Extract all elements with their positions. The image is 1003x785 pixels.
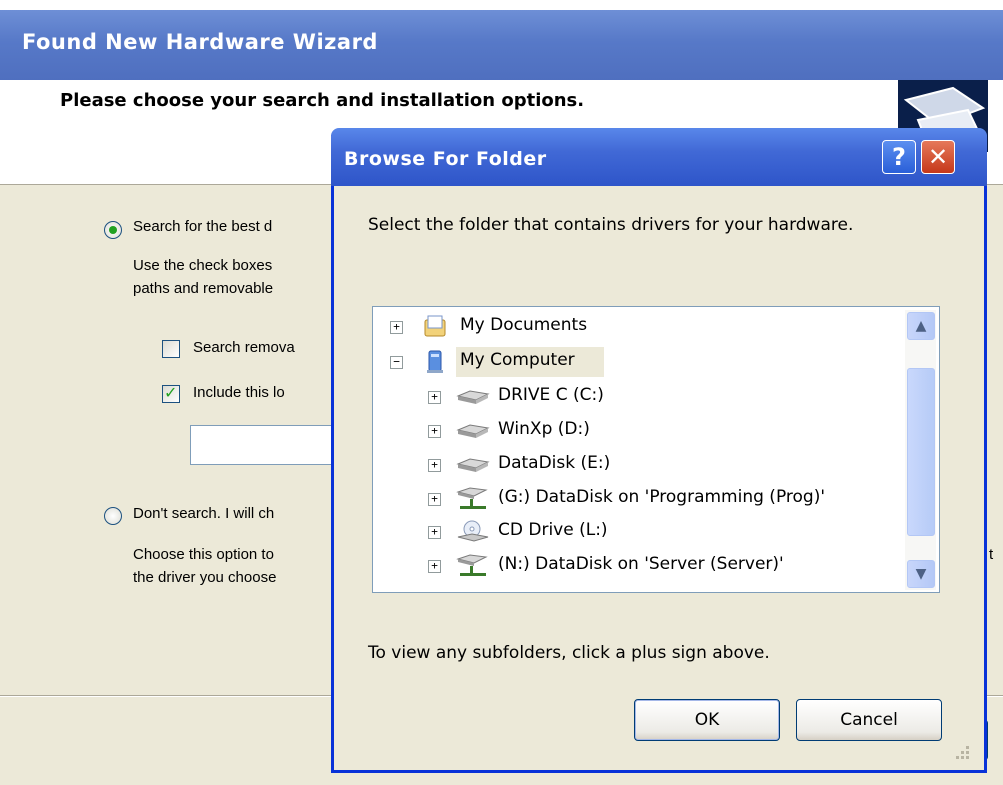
tree-item-label: My Documents bbox=[460, 315, 588, 335]
my-computer-icon bbox=[427, 350, 443, 373]
wizard-title: Found New Hardware Wizard bbox=[22, 30, 378, 54]
dont-search-desc-line-1: Choose this option to bbox=[133, 546, 274, 563]
tree-vertical-scrollbar[interactable]: ▲ ▼ bbox=[905, 310, 936, 590]
browse-title: Browse For Folder bbox=[344, 148, 547, 170]
tree-item-cd-drive-l[interactable]: + CD Drive (L:) bbox=[428, 517, 898, 547]
dont-search-label[interactable]: Don't search. I will ch bbox=[133, 505, 274, 522]
expand-icon[interactable]: + bbox=[428, 526, 441, 539]
browse-hint: To view any subfolders, click a plus sig… bbox=[368, 643, 770, 663]
include-location-checkbox[interactable] bbox=[162, 383, 180, 403]
tree-item-winxp-d[interactable]: + WinXp (D:) bbox=[428, 416, 898, 446]
search-desc-line-1: Use the check boxes bbox=[133, 257, 273, 274]
browse-title-bar[interactable]: Browse For Folder ? ✕ bbox=[331, 128, 987, 186]
tree-item-datadisk-e[interactable]: + DataDisk (E:) bbox=[428, 450, 898, 480]
hard-drive-icon bbox=[456, 458, 490, 472]
search-best-driver-radio[interactable] bbox=[104, 221, 122, 239]
tree-item-label: My Computer bbox=[460, 350, 575, 370]
collapse-icon[interactable]: − bbox=[390, 356, 403, 369]
browse-description: Select the folder that contains drivers … bbox=[368, 215, 854, 235]
help-button[interactable]: ? bbox=[882, 140, 916, 174]
hard-drive-icon bbox=[456, 390, 490, 404]
dont-search-desc-edge: t bbox=[989, 546, 994, 563]
scroll-up-arrow-icon[interactable]: ▲ bbox=[907, 312, 935, 340]
tree-item-drive-c[interactable]: + DRIVE C (C:) bbox=[428, 382, 898, 412]
expand-icon[interactable]: + bbox=[428, 391, 441, 404]
tree-item-label: CD Drive (L:) bbox=[498, 520, 608, 540]
scroll-down-arrow-icon[interactable]: ▼ bbox=[907, 560, 935, 588]
search-best-driver-label[interactable]: Search for the best d bbox=[133, 218, 272, 235]
dont-search-radio[interactable] bbox=[104, 507, 122, 525]
cancel-button[interactable]: Cancel bbox=[796, 699, 942, 741]
close-button[interactable]: ✕ bbox=[921, 140, 955, 174]
cd-drive-icon bbox=[457, 520, 489, 542]
resize-grip-icon[interactable] bbox=[952, 742, 972, 762]
tree-item-label: (N:) DataDisk on 'Server (Server)' bbox=[498, 554, 784, 574]
tree-item-network-g[interactable]: + (G:) DataDisk on 'Programming (Prog)' bbox=[428, 484, 898, 514]
my-documents-icon bbox=[424, 315, 446, 337]
expand-icon[interactable]: + bbox=[428, 493, 441, 506]
network-drive-icon bbox=[456, 487, 488, 509]
include-location-label[interactable]: Include this lo bbox=[193, 384, 285, 401]
location-input[interactable] bbox=[190, 425, 352, 465]
scroll-thumb[interactable] bbox=[907, 368, 935, 536]
dont-search-desc-line-2: the driver you choose bbox=[133, 569, 277, 586]
tree-item-label: DataDisk (E:) bbox=[498, 453, 611, 473]
search-removable-checkbox[interactable] bbox=[162, 340, 180, 358]
tree-item-label: WinXp (D:) bbox=[498, 419, 590, 439]
ok-button[interactable]: OK bbox=[634, 699, 780, 741]
expand-icon[interactable]: + bbox=[428, 459, 441, 472]
network-drive-icon bbox=[456, 554, 488, 576]
expand-icon[interactable]: + bbox=[390, 321, 403, 334]
expand-icon[interactable]: + bbox=[428, 560, 441, 573]
tree-item-label: DRIVE C (C:) bbox=[498, 385, 604, 405]
tree-item-my-documents[interactable]: + My Documents bbox=[390, 312, 890, 342]
wizard-title-bar: Found New Hardware Wizard bbox=[0, 10, 1003, 80]
tree-item-label: (G:) DataDisk on 'Programming (Prog)' bbox=[498, 487, 826, 507]
tree-item-my-computer[interactable]: − My Computer bbox=[390, 347, 890, 377]
search-desc-line-2: paths and removable bbox=[133, 280, 274, 297]
tree-item-network-n[interactable]: + (N:) DataDisk on 'Server (Server)' bbox=[428, 551, 898, 581]
hard-drive-icon bbox=[456, 424, 490, 438]
search-removable-label[interactable]: Search remova bbox=[193, 339, 295, 356]
wizard-header-text: Please choose your search and installati… bbox=[60, 90, 585, 111]
expand-icon[interactable]: + bbox=[428, 425, 441, 438]
